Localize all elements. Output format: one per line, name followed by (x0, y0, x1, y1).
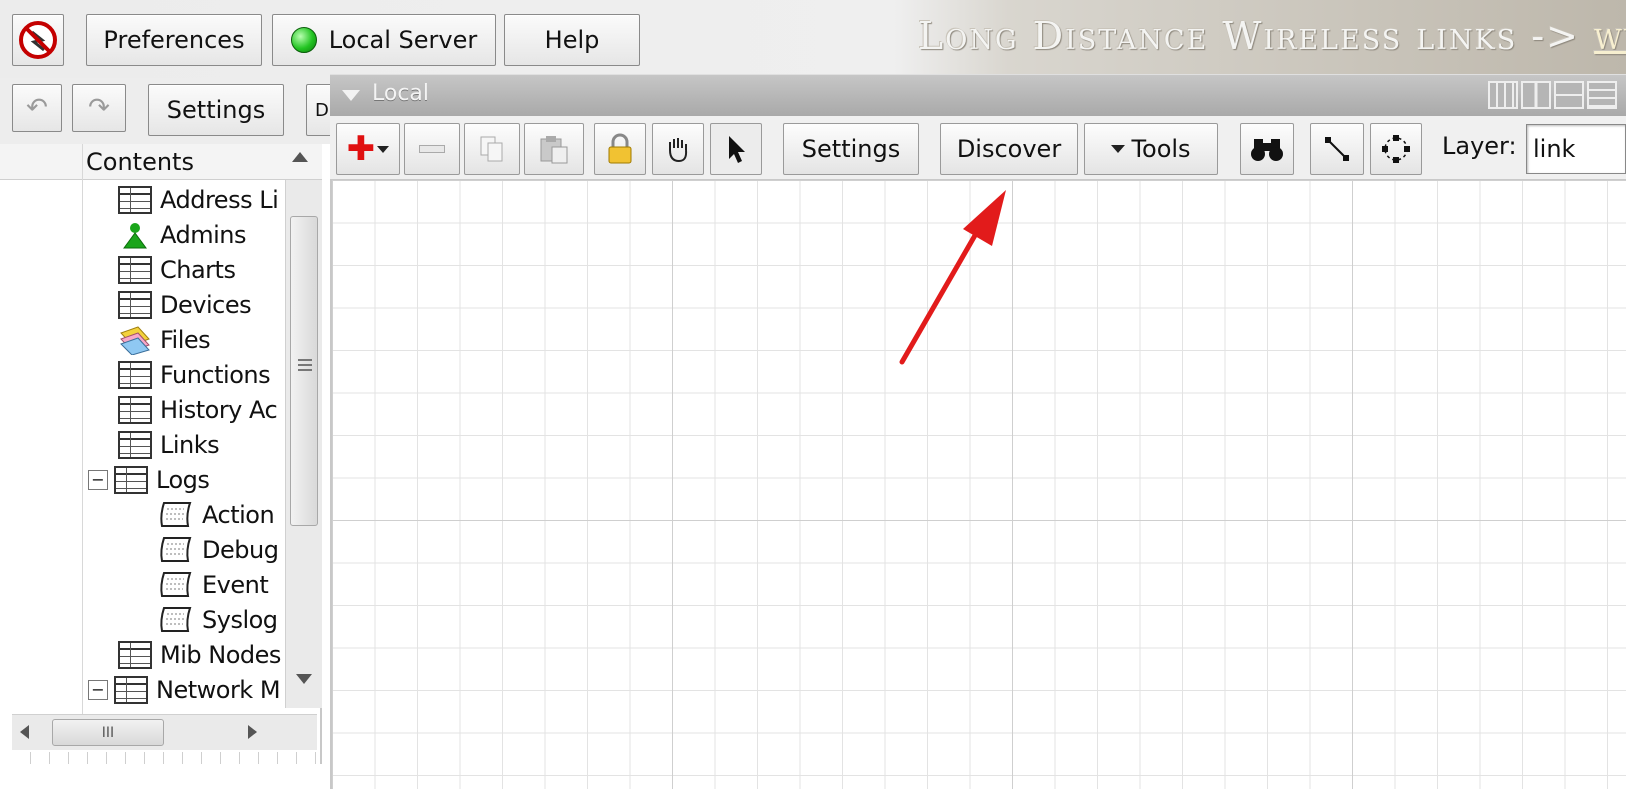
annotation-arrow (899, 190, 1006, 365)
arrow-shaft (899, 215, 988, 365)
arrow-head-icon (963, 190, 1006, 246)
